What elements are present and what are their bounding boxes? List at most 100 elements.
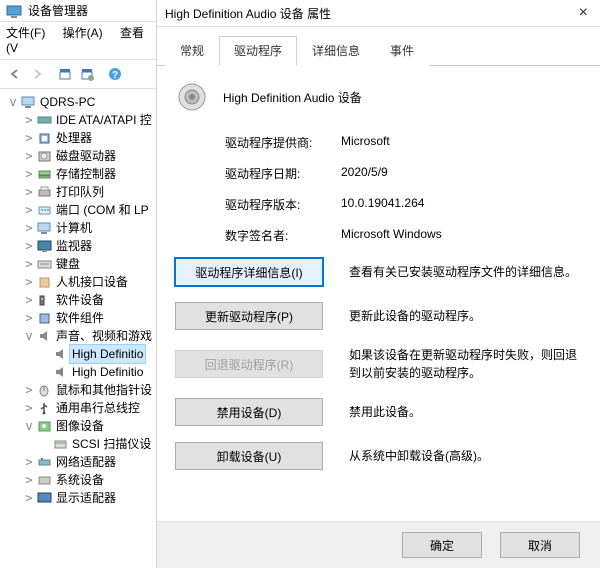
tree-device-label: High Definitio bbox=[70, 363, 143, 381]
tree-device[interactable]: High Definitio bbox=[2, 363, 156, 381]
device-header: High Definition Audio 设备 bbox=[175, 80, 582, 114]
tree-category-label: 磁盘驱动器 bbox=[54, 147, 116, 165]
rollback-driver-desc: 如果该设备在更新驱动程序时失败，则回退到以前安装的驱动程序。 bbox=[349, 346, 582, 382]
device-tree[interactable]: v QDRS-PC >IDE ATA/ATAPI 控>处理器>磁盘驱动器>存储控… bbox=[0, 89, 156, 568]
close-icon[interactable]: × bbox=[575, 4, 592, 22]
tree-category[interactable]: v 声音、视频和游戏 bbox=[2, 327, 156, 345]
expander-icon[interactable]: > bbox=[22, 129, 36, 147]
tree-category[interactable]: >计算机 bbox=[2, 219, 156, 237]
expander-icon[interactable]: > bbox=[22, 183, 36, 201]
hid-icon bbox=[36, 275, 54, 289]
tree-category[interactable]: > 磁盘驱动器 bbox=[2, 147, 156, 165]
tool-forward-icon[interactable] bbox=[26, 63, 48, 85]
tree-category-label: 系统设备 bbox=[54, 471, 104, 489]
cancel-button[interactable]: 取消 bbox=[500, 532, 580, 558]
device-manager-window: 设备管理器 文件(F) 操作(A) 查看(V ? v QDRS-PC >IDE … bbox=[0, 0, 157, 568]
audio-icon bbox=[52, 365, 70, 379]
tree-category[interactable]: >软件组件 bbox=[2, 309, 156, 327]
tree-category[interactable]: > 监视器 bbox=[2, 237, 156, 255]
svg-text:?: ? bbox=[112, 70, 118, 81]
expander-icon[interactable]: > bbox=[22, 399, 36, 417]
disable-device-button[interactable]: 禁用设备(D) bbox=[175, 398, 323, 426]
disk-icon bbox=[36, 149, 54, 163]
tool-back-icon[interactable] bbox=[4, 63, 26, 85]
tree-category[interactable]: >处理器 bbox=[2, 129, 156, 147]
expander-icon[interactable]: > bbox=[22, 255, 36, 273]
expander-icon[interactable]: > bbox=[22, 147, 36, 165]
menu-file[interactable]: 文件(F) bbox=[6, 26, 45, 40]
scanner-icon bbox=[52, 437, 70, 451]
tree-category-label: 打印队列 bbox=[54, 183, 104, 201]
image-icon bbox=[36, 419, 54, 433]
expander-icon[interactable]: > bbox=[22, 237, 36, 255]
version-value: 10.0.19041.264 bbox=[341, 196, 424, 213]
expander-icon[interactable]: v bbox=[6, 93, 20, 111]
expander-icon[interactable]: > bbox=[22, 453, 36, 471]
driver-details-button[interactable]: 驱动程序详细信息(I) bbox=[175, 258, 323, 286]
expander-icon[interactable]: > bbox=[22, 165, 36, 183]
signer-label: 数字签名者: bbox=[225, 227, 341, 244]
tree-category[interactable]: > 存储控制器 bbox=[2, 165, 156, 183]
expander-icon[interactable]: > bbox=[22, 381, 36, 399]
audio-icon bbox=[52, 347, 70, 361]
expander-icon[interactable]: v bbox=[22, 327, 36, 345]
tree-category[interactable]: > IDE ATA/ATAPI 控 bbox=[2, 111, 156, 129]
update-driver-button[interactable]: 更新驱动程序(P) bbox=[175, 302, 323, 330]
expander-icon[interactable]: > bbox=[22, 291, 36, 309]
tab-details[interactable]: 详细信息 bbox=[297, 36, 375, 66]
properties-dialog: High Definition Audio 设备 属性 × 常规 驱动程序 详细… bbox=[157, 0, 600, 568]
tree-category[interactable]: >显示适配器 bbox=[2, 489, 156, 507]
signer-value: Microsoft Windows bbox=[341, 227, 442, 244]
computer-icon bbox=[36, 221, 54, 235]
tree-category[interactable]: > 软件设备 bbox=[2, 291, 156, 309]
tree-category[interactable]: >键盘 bbox=[2, 255, 156, 273]
expander-icon[interactable]: > bbox=[22, 471, 36, 489]
tree-category[interactable]: >端口 (COM 和 LP bbox=[2, 201, 156, 219]
tree-category-label: 鼠标和其他指针设 bbox=[54, 381, 152, 399]
tree-device[interactable]: High Definitio bbox=[2, 345, 156, 363]
rollback-driver-button: 回退驱动程序(R) bbox=[175, 350, 323, 378]
tree-category-label: 存储控制器 bbox=[54, 165, 116, 183]
expander-icon[interactable]: > bbox=[22, 273, 36, 291]
monitor-icon bbox=[36, 239, 54, 253]
tool-help-icon[interactable]: ? bbox=[104, 63, 126, 85]
tree-category-label: IDE ATA/ATAPI 控 bbox=[54, 111, 152, 129]
tool-props-icon[interactable] bbox=[76, 63, 98, 85]
expander-icon[interactable]: > bbox=[22, 111, 36, 129]
tree-category-label: 软件设备 bbox=[54, 291, 104, 309]
tree-category[interactable]: >通用串行总线控 bbox=[2, 399, 156, 417]
tab-general[interactable]: 常规 bbox=[165, 36, 219, 66]
tree-category[interactable]: >人机接口设备 bbox=[2, 273, 156, 291]
tree-category[interactable]: > 系统设备 bbox=[2, 471, 156, 489]
tree-category[interactable]: > 网络适配器 bbox=[2, 453, 156, 471]
tree-category-label: 监视器 bbox=[54, 237, 92, 255]
expander-icon[interactable]: > bbox=[22, 201, 36, 219]
system-icon bbox=[36, 473, 54, 487]
storage-icon bbox=[36, 167, 54, 181]
ok-button[interactable]: 确定 bbox=[402, 532, 482, 558]
tool-show-icon[interactable] bbox=[54, 63, 76, 85]
tree-root[interactable]: v QDRS-PC bbox=[2, 93, 156, 111]
dlg-titlebar: High Definition Audio 设备 属性 × bbox=[157, 0, 600, 27]
tree-category[interactable]: > 打印队列 bbox=[2, 183, 156, 201]
swcomp-icon bbox=[36, 311, 54, 325]
tree-device[interactable]: SCSI 扫描仪设 bbox=[2, 435, 156, 453]
display-icon bbox=[36, 491, 54, 505]
expander-icon[interactable]: v bbox=[22, 417, 36, 435]
expander-icon[interactable]: > bbox=[22, 489, 36, 507]
dm-menubar: 文件(F) 操作(A) 查看(V bbox=[0, 22, 156, 60]
tree-category-label: 网络适配器 bbox=[54, 453, 116, 471]
driver-info: 驱动程序提供商:Microsoft 驱动程序日期:2020/5/9 驱动程序版本… bbox=[225, 134, 582, 244]
tree-category-label: 声音、视频和游戏 bbox=[54, 327, 152, 345]
tab-driver[interactable]: 驱动程序 bbox=[219, 36, 297, 66]
expander-icon[interactable]: > bbox=[22, 219, 36, 237]
expander-icon[interactable]: > bbox=[22, 309, 36, 327]
provider-label: 驱动程序提供商: bbox=[225, 134, 341, 151]
uninstall-device-desc: 从系统中卸载设备(高级)。 bbox=[349, 447, 582, 465]
tree-category[interactable]: > 鼠标和其他指针设 bbox=[2, 381, 156, 399]
uninstall-device-button[interactable]: 卸载设备(U) bbox=[175, 442, 323, 470]
tab-events[interactable]: 事件 bbox=[375, 36, 429, 66]
ide-icon bbox=[36, 113, 54, 127]
menu-action[interactable]: 操作(A) bbox=[63, 26, 103, 40]
tree-category[interactable]: v图像设备 bbox=[2, 417, 156, 435]
